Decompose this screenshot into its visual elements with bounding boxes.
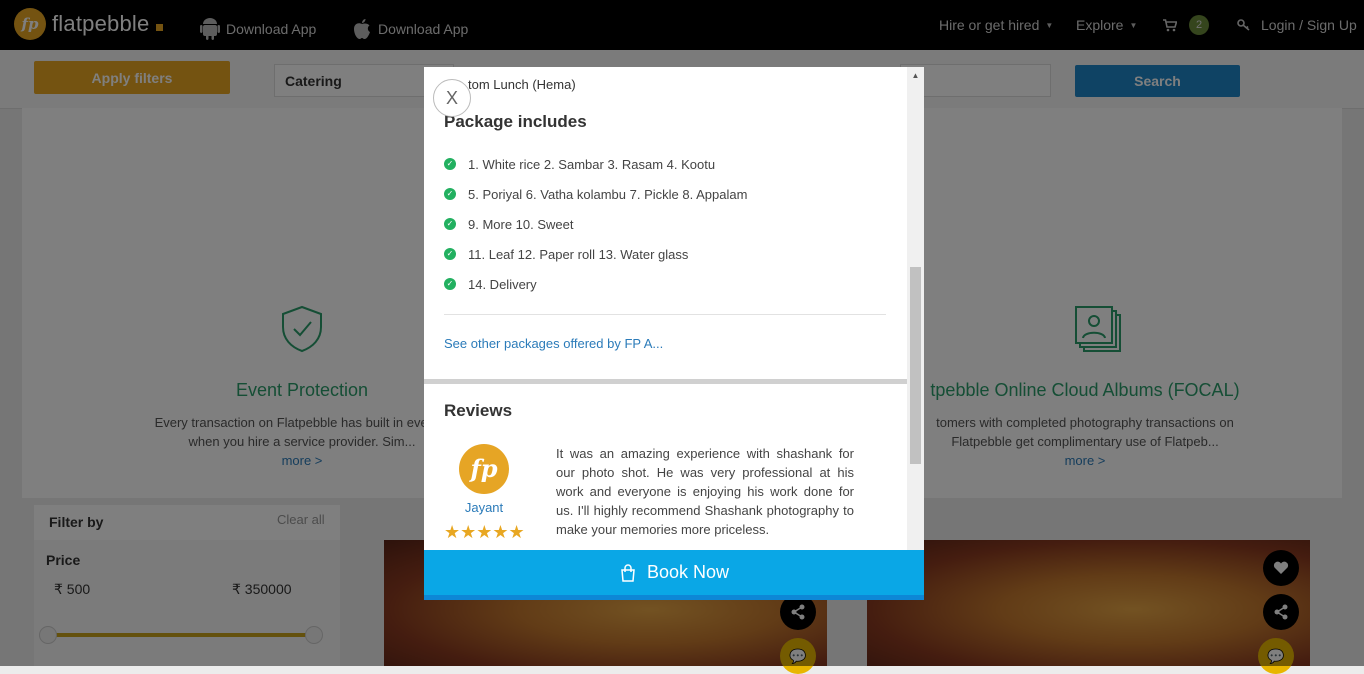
modal-scrollbar[interactable]: ▲ <box>907 67 924 550</box>
list-item: ✓ 11. Leaf 12. Paper roll 13. Water glass <box>444 239 747 269</box>
check-icon: ✓ <box>444 158 456 170</box>
reviewer: fp Jayant <box>457 444 511 515</box>
include-text: 14. Delivery <box>468 276 537 292</box>
package-includes-list: ✓ 1. White rice 2. Sambar 3. Rasam 4. Koo… <box>444 149 747 299</box>
book-now-button[interactable]: Book Now <box>424 550 924 600</box>
reviewer-name[interactable]: Jayant <box>457 500 511 515</box>
check-icon: ✓ <box>444 278 456 290</box>
list-item: ✓ 14. Delivery <box>444 269 747 299</box>
check-icon: ✓ <box>444 188 456 200</box>
book-now-label: Book Now <box>646 562 730 582</box>
list-item: ✓ 5. Poriyal 6. Vatha kolambu 7. Pickle 8… <box>444 179 747 209</box>
scrollbar-thumb[interactable] <box>910 267 921 464</box>
check-icon: ✓ <box>444 248 456 260</box>
include-text: 11. Leaf 12. Paper roll 13. Water glass <box>468 246 689 262</box>
list-item: ✓ 1. White rice 2. Sambar 3. Rasam 4. Koo… <box>444 149 747 179</box>
reviews-title: Reviews <box>444 401 513 420</box>
shopping-bag-icon <box>621 563 635 582</box>
include-text: 9. More 10. Sweet <box>468 216 574 232</box>
include-text: 1. White rice 2. Sambar 3. Rasam 4. Koot… <box>468 156 716 172</box>
modal-scroll-area[interactable]: tom Lunch (Hema) Package includes ✓ 1. Wh… <box>424 67 907 550</box>
package-name: tom Lunch (Hema) <box>468 77 576 92</box>
list-item: ✓ 9. More 10. Sweet <box>444 209 747 239</box>
package-modal: tom Lunch (Hema) Package includes ✓ 1. Wh… <box>424 67 924 600</box>
include-text: 5. Poriyal 6. Vatha kolambu 7. Pickle 8.… <box>468 186 748 202</box>
other-packages-link[interactable]: See other packages offered by FP A... <box>444 336 663 351</box>
package-includes-title: Package includes <box>444 112 587 131</box>
divider <box>444 314 886 315</box>
rating-stars: ★★★★★ <box>444 522 525 542</box>
check-icon: ✓ <box>444 218 456 230</box>
scroll-up-arrow-icon[interactable]: ▲ <box>907 67 924 84</box>
close-button[interactable]: X <box>433 79 471 117</box>
review-text: It was an amazing experience with shasha… <box>556 446 854 537</box>
avatar: fp <box>459 444 509 494</box>
section-separator <box>424 379 907 384</box>
